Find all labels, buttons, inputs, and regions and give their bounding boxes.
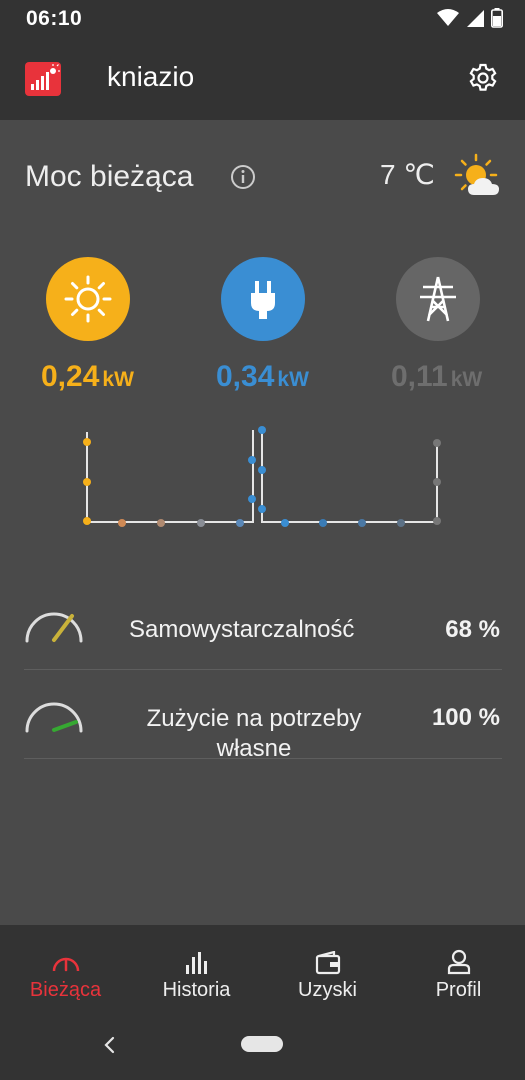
grid-value-number: 0,11 [391,360,448,393]
gauge-icon [25,612,83,643]
status-time: 06:10 [26,7,83,30]
gauge-icon [52,957,79,972]
consumption-value-number: 0,34 [216,360,275,393]
solar-app-logo-icon [25,62,61,96]
nav-current-label: Bieżąca [29,979,102,1001]
self-consumption-row: Zużycie na potrzeby własne 100 % [24,686,502,762]
solar-production-circle [46,257,130,341]
solar-power-value: 0,24 kW [41,360,134,394]
self-consumption-label: Zużycie na potrzeby własne [146,705,362,762]
solar-value-number: 0,24 [41,360,100,393]
app-bar: kniazio [0,38,525,120]
home-pill[interactable] [241,1036,283,1052]
app-title: kniazio [107,61,195,92]
status-icons [437,8,503,28]
status-bar: 06:10 [0,0,525,38]
gauge-icon [25,702,83,733]
temperature: 7 ℃ [380,159,435,190]
nav-current[interactable]: Bieżąca [0,943,131,1002]
plug-icon [251,281,275,319]
sun-icon [64,275,112,323]
wallet-icon [315,951,340,975]
solar-value-unit: kW [102,368,134,391]
bar-chart-icon [185,952,207,974]
back-icon[interactable] [100,1035,120,1055]
self-sufficiency-row: Samowystarczalność 68 % [24,596,502,670]
energy-flow-diagram [83,426,441,527]
gear-icon[interactable] [467,62,499,94]
current-power-panel: Moc bieżąca 7 ℃ 0,24 kW 0,34 kW 0,11 kW … [0,120,525,925]
grid-power-value: 0,11 kW [391,360,482,394]
nav-yields-label: Uzyski [298,979,357,1001]
battery-icon [491,8,503,28]
sun-behind-cloud-icon [454,153,499,195]
wifi-icon [437,9,459,26]
nav-history-label: Historia [162,979,231,1001]
grid-value-unit: kW [450,368,483,391]
bottom-navigation: Bieżąca Historia Uzyski Profil [0,925,525,1080]
nav-history[interactable]: Historia [131,943,262,1002]
self-sufficiency-value: 68 % [445,616,500,643]
consumption-circle [221,257,305,341]
grid-circle [396,257,480,341]
nav-profile-label: Profil [435,979,482,1001]
info-icon[interactable] [230,164,256,190]
profile-icon [447,949,470,975]
self-consumption-value: 100 % [431,704,500,731]
consumption-power-value: 0,34 kW [216,360,309,394]
power-pylon-icon [420,276,456,322]
nav-profile[interactable]: Profil [393,943,524,1002]
section-title: Moc bieżąca [25,160,194,193]
signal-icon [467,10,484,27]
nav-yields[interactable]: Uzyski [262,943,393,1002]
consumption-value-unit: kW [277,368,309,391]
self-sufficiency-label: Samowystarczalność [129,616,355,643]
